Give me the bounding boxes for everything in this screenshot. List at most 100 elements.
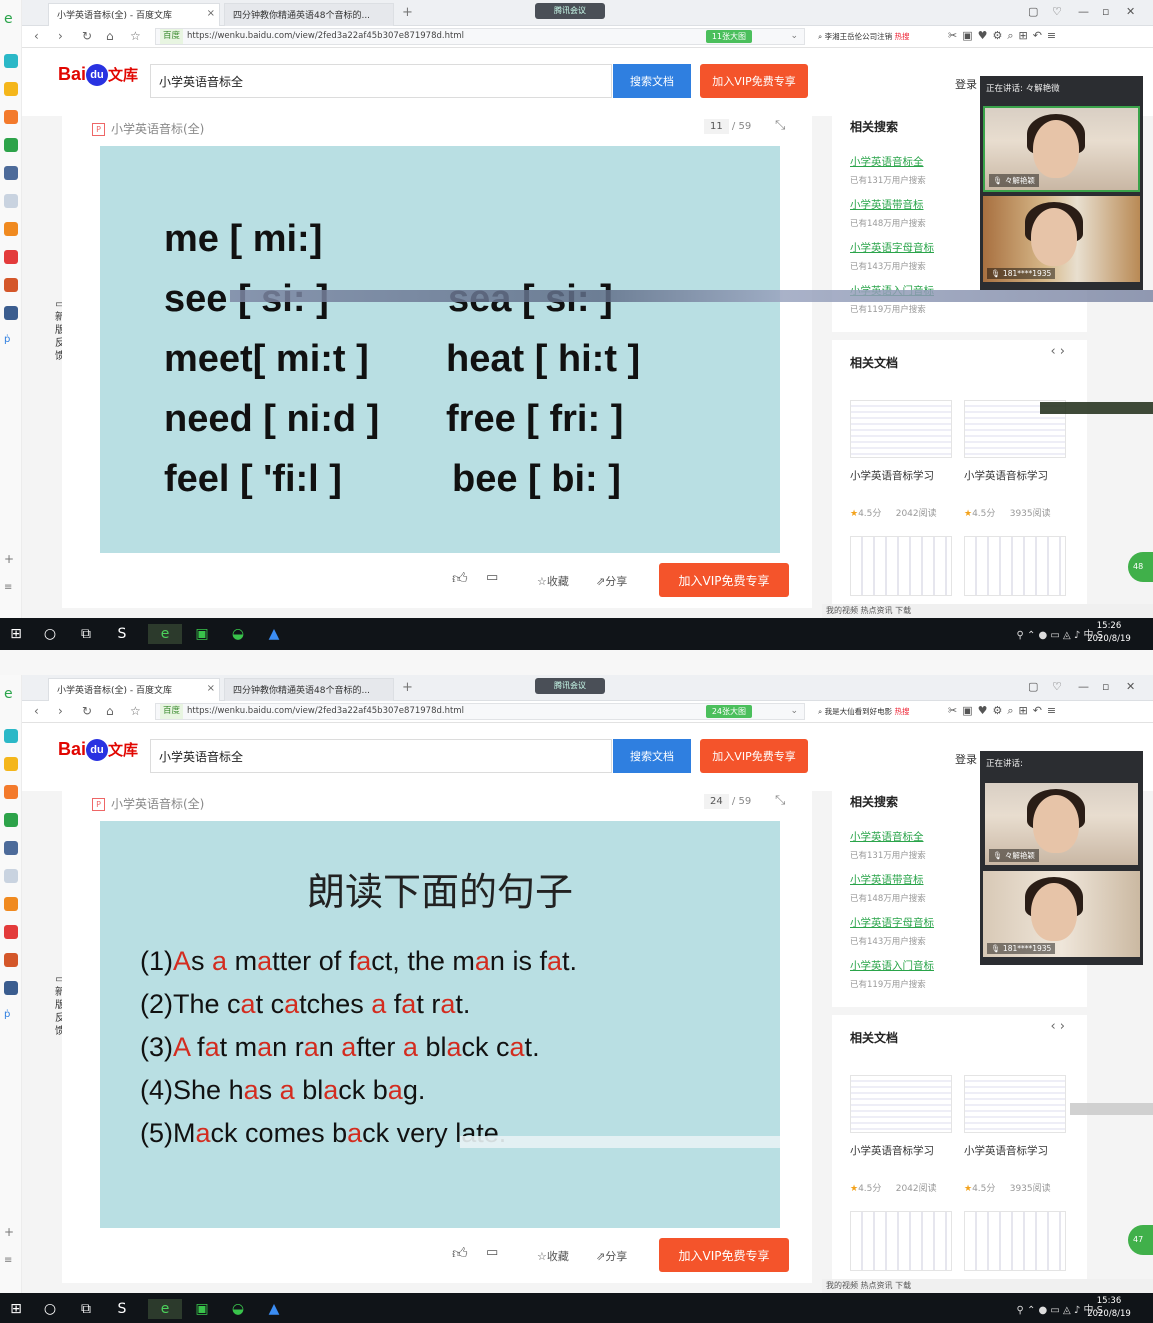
tab-count-icon[interactable]: ▢ (1028, 5, 1038, 18)
fullscreen-icon[interactable]: ⤡ (775, 793, 785, 808)
tencent-meeting-icon[interactable]: ▣ (192, 624, 212, 644)
baidu-wenku-logo[interactable]: Bai du 文库 (58, 64, 138, 87)
task-view-icon[interactable]: ⧉ (76, 1299, 96, 1319)
tencent-meeting-icon[interactable]: ▣ (192, 1299, 212, 1319)
search-icon[interactable]: ○ (40, 1299, 60, 1319)
favorites-icon[interactable] (4, 82, 18, 96)
doc-caption[interactable]: 小学英语音标学习 (850, 468, 934, 483)
app-blue-icon[interactable]: ▲ (264, 1299, 284, 1319)
dropdown-icon[interactable]: ⌄ (790, 704, 798, 719)
windows-start-icon[interactable]: ⊞ (6, 624, 26, 644)
fullscreen-icon[interactable]: ⤡ (775, 118, 785, 133)
page-number-input[interactable]: 24 (704, 794, 729, 809)
windows-start-icon[interactable]: ⊞ (6, 1299, 26, 1319)
carousel-arrows-icon[interactable]: ‹ › (1050, 1019, 1065, 1034)
tab-phonics-video[interactable]: 四分钟教你精通英语48个音标的... (224, 678, 394, 701)
back-icon[interactable]: ‹ (34, 29, 39, 43)
login-link[interactable]: 登录 (955, 751, 977, 767)
image-count-badge[interactable]: 11张大图 (705, 30, 752, 43)
like-icon[interactable]: 👍︎ (452, 569, 468, 588)
app-icon[interactable] (4, 729, 18, 743)
game-icon[interactable] (4, 138, 18, 152)
join-vip-button[interactable]: 加入VIP免费专享 (700, 739, 808, 773)
calculator-icon[interactable] (4, 841, 18, 855)
doc-thumbnail[interactable] (964, 1075, 1066, 1133)
maximize-icon[interactable]: ▫ (1102, 5, 1109, 18)
favorites-icon[interactable] (4, 757, 18, 771)
close-icon[interactable]: × (207, 8, 215, 19)
skin-icon[interactable]: ♡ (1052, 680, 1062, 693)
share-button[interactable]: ⇗分享 (596, 573, 627, 589)
url-input[interactable]: 百度 https://wenku.baidu.com/view/2fed3a22a… (155, 28, 805, 45)
refresh-icon[interactable]: ↻ (82, 704, 92, 718)
add-icon[interactable]: + (4, 552, 18, 566)
maximize-icon[interactable]: ▫ (1102, 680, 1109, 693)
meeting-indicator[interactable]: 腾讯会议 (535, 3, 605, 19)
collect-button[interactable]: ☆收藏 (537, 573, 569, 589)
join-vip-button[interactable]: 加入VIP免费专享 (700, 64, 808, 98)
doc-thumbnail[interactable] (964, 1211, 1066, 1271)
tab-baidu-wenku[interactable]: 小学英语音标(全) - 百度文库 × (48, 3, 220, 26)
app-blue-icon[interactable]: ▲ (264, 624, 284, 644)
like-icon[interactable]: 👍︎ (452, 1244, 468, 1263)
pinyin-icon[interactable]: ṗ (4, 334, 18, 348)
participant-video[interactable]: 🎙︎ 々解艳颖 (983, 781, 1140, 867)
news-icon[interactable] (4, 250, 18, 264)
forward-icon[interactable]: › (58, 29, 63, 43)
shop-icon[interactable] (4, 278, 18, 292)
dropdown-icon[interactable]: ⌄ (790, 29, 798, 44)
photo-icon[interactable] (4, 981, 18, 995)
pinyin-icon[interactable]: ṗ (4, 1009, 18, 1023)
related-search-link[interactable]: 小学英语带音标 (850, 872, 924, 887)
close-window-icon[interactable]: ✕ (1126, 5, 1135, 18)
search-docs-button[interactable]: 搜索文档 (613, 739, 691, 773)
news-icon[interactable] (4, 925, 18, 939)
doc-thumbnail[interactable] (850, 400, 952, 458)
doc-thumbnail[interactable] (964, 536, 1066, 596)
float-bubble[interactable]: 47 (1128, 1225, 1153, 1255)
baidu-wenku-logo[interactable]: Bai du 文库 (58, 739, 138, 762)
doc-thumbnail[interactable] (850, 536, 952, 596)
browser-search-box[interactable]: ⌕ 我是大仙看到好电影 热搜 (818, 704, 938, 719)
wechat-icon[interactable]: ◒ (228, 624, 248, 644)
new-tab-icon[interactable]: + (402, 5, 413, 20)
menu-icon[interactable]: ≡ (4, 582, 18, 596)
skin-icon[interactable]: ♡ (1052, 5, 1062, 18)
app-s-icon[interactable]: S (112, 624, 132, 644)
minimize-icon[interactable]: — (1078, 680, 1089, 693)
related-search-link[interactable]: 小学英语入门音标 (850, 958, 934, 973)
app-icon[interactable] (4, 54, 18, 68)
doc-search-input[interactable] (150, 64, 612, 98)
browser-toolbar-icons[interactable]: ✂▣♥⚙⌕⊞↶≡ (948, 29, 1061, 43)
carousel-arrows-icon[interactable]: ‹ › (1050, 344, 1065, 359)
doc-search-input[interactable] (150, 739, 612, 773)
related-search-link[interactable]: 小学英语字母音标 (850, 240, 934, 255)
tab-baidu-wenku[interactable]: 小学英语音标(全) - 百度文库 × (48, 678, 220, 701)
login-link[interactable]: 登录 (955, 76, 977, 92)
tab-count-icon[interactable]: ▢ (1028, 680, 1038, 693)
related-search-link[interactable]: 小学英语字母音标 (850, 915, 934, 930)
related-search-link[interactable]: 小学英语音标全 (850, 829, 924, 844)
wechat-icon[interactable]: ◒ (228, 1299, 248, 1319)
comment-icon[interactable]: ▭ (486, 1245, 498, 1260)
related-search-link[interactable]: 小学英语音标全 (850, 154, 924, 169)
share-button[interactable]: ⇗分享 (596, 1248, 627, 1264)
task-view-icon[interactable]: ⧉ (76, 624, 96, 644)
taskbar-clock[interactable]: 15:36 2020/8/19 (1075, 1295, 1143, 1321)
search-docs-button[interactable]: 搜索文档 (613, 64, 691, 98)
participant-video[interactable]: 🎙︎ 181****1935 (983, 871, 1140, 957)
bookmark-star-icon[interactable]: ☆ (130, 29, 141, 43)
close-icon[interactable]: × (207, 683, 215, 694)
browser-taskbar-icon[interactable]: e (148, 1299, 182, 1319)
gift-icon[interactable] (4, 897, 18, 911)
app-s-icon[interactable]: S (112, 1299, 132, 1319)
back-icon[interactable]: ‹ (34, 704, 39, 718)
add-icon[interactable]: + (4, 1225, 18, 1239)
notes-icon[interactable] (4, 869, 18, 883)
close-window-icon[interactable]: ✕ (1126, 680, 1135, 693)
participant-video[interactable]: 🎙︎ 181****1935 (983, 196, 1140, 282)
page-number-input[interactable]: 11 (704, 119, 729, 134)
url-input[interactable]: 百度 https://wenku.baidu.com/view/2fed3a22a… (155, 703, 805, 720)
doc-thumbnail[interactable] (850, 1211, 952, 1271)
minimize-icon[interactable]: — (1078, 5, 1089, 18)
